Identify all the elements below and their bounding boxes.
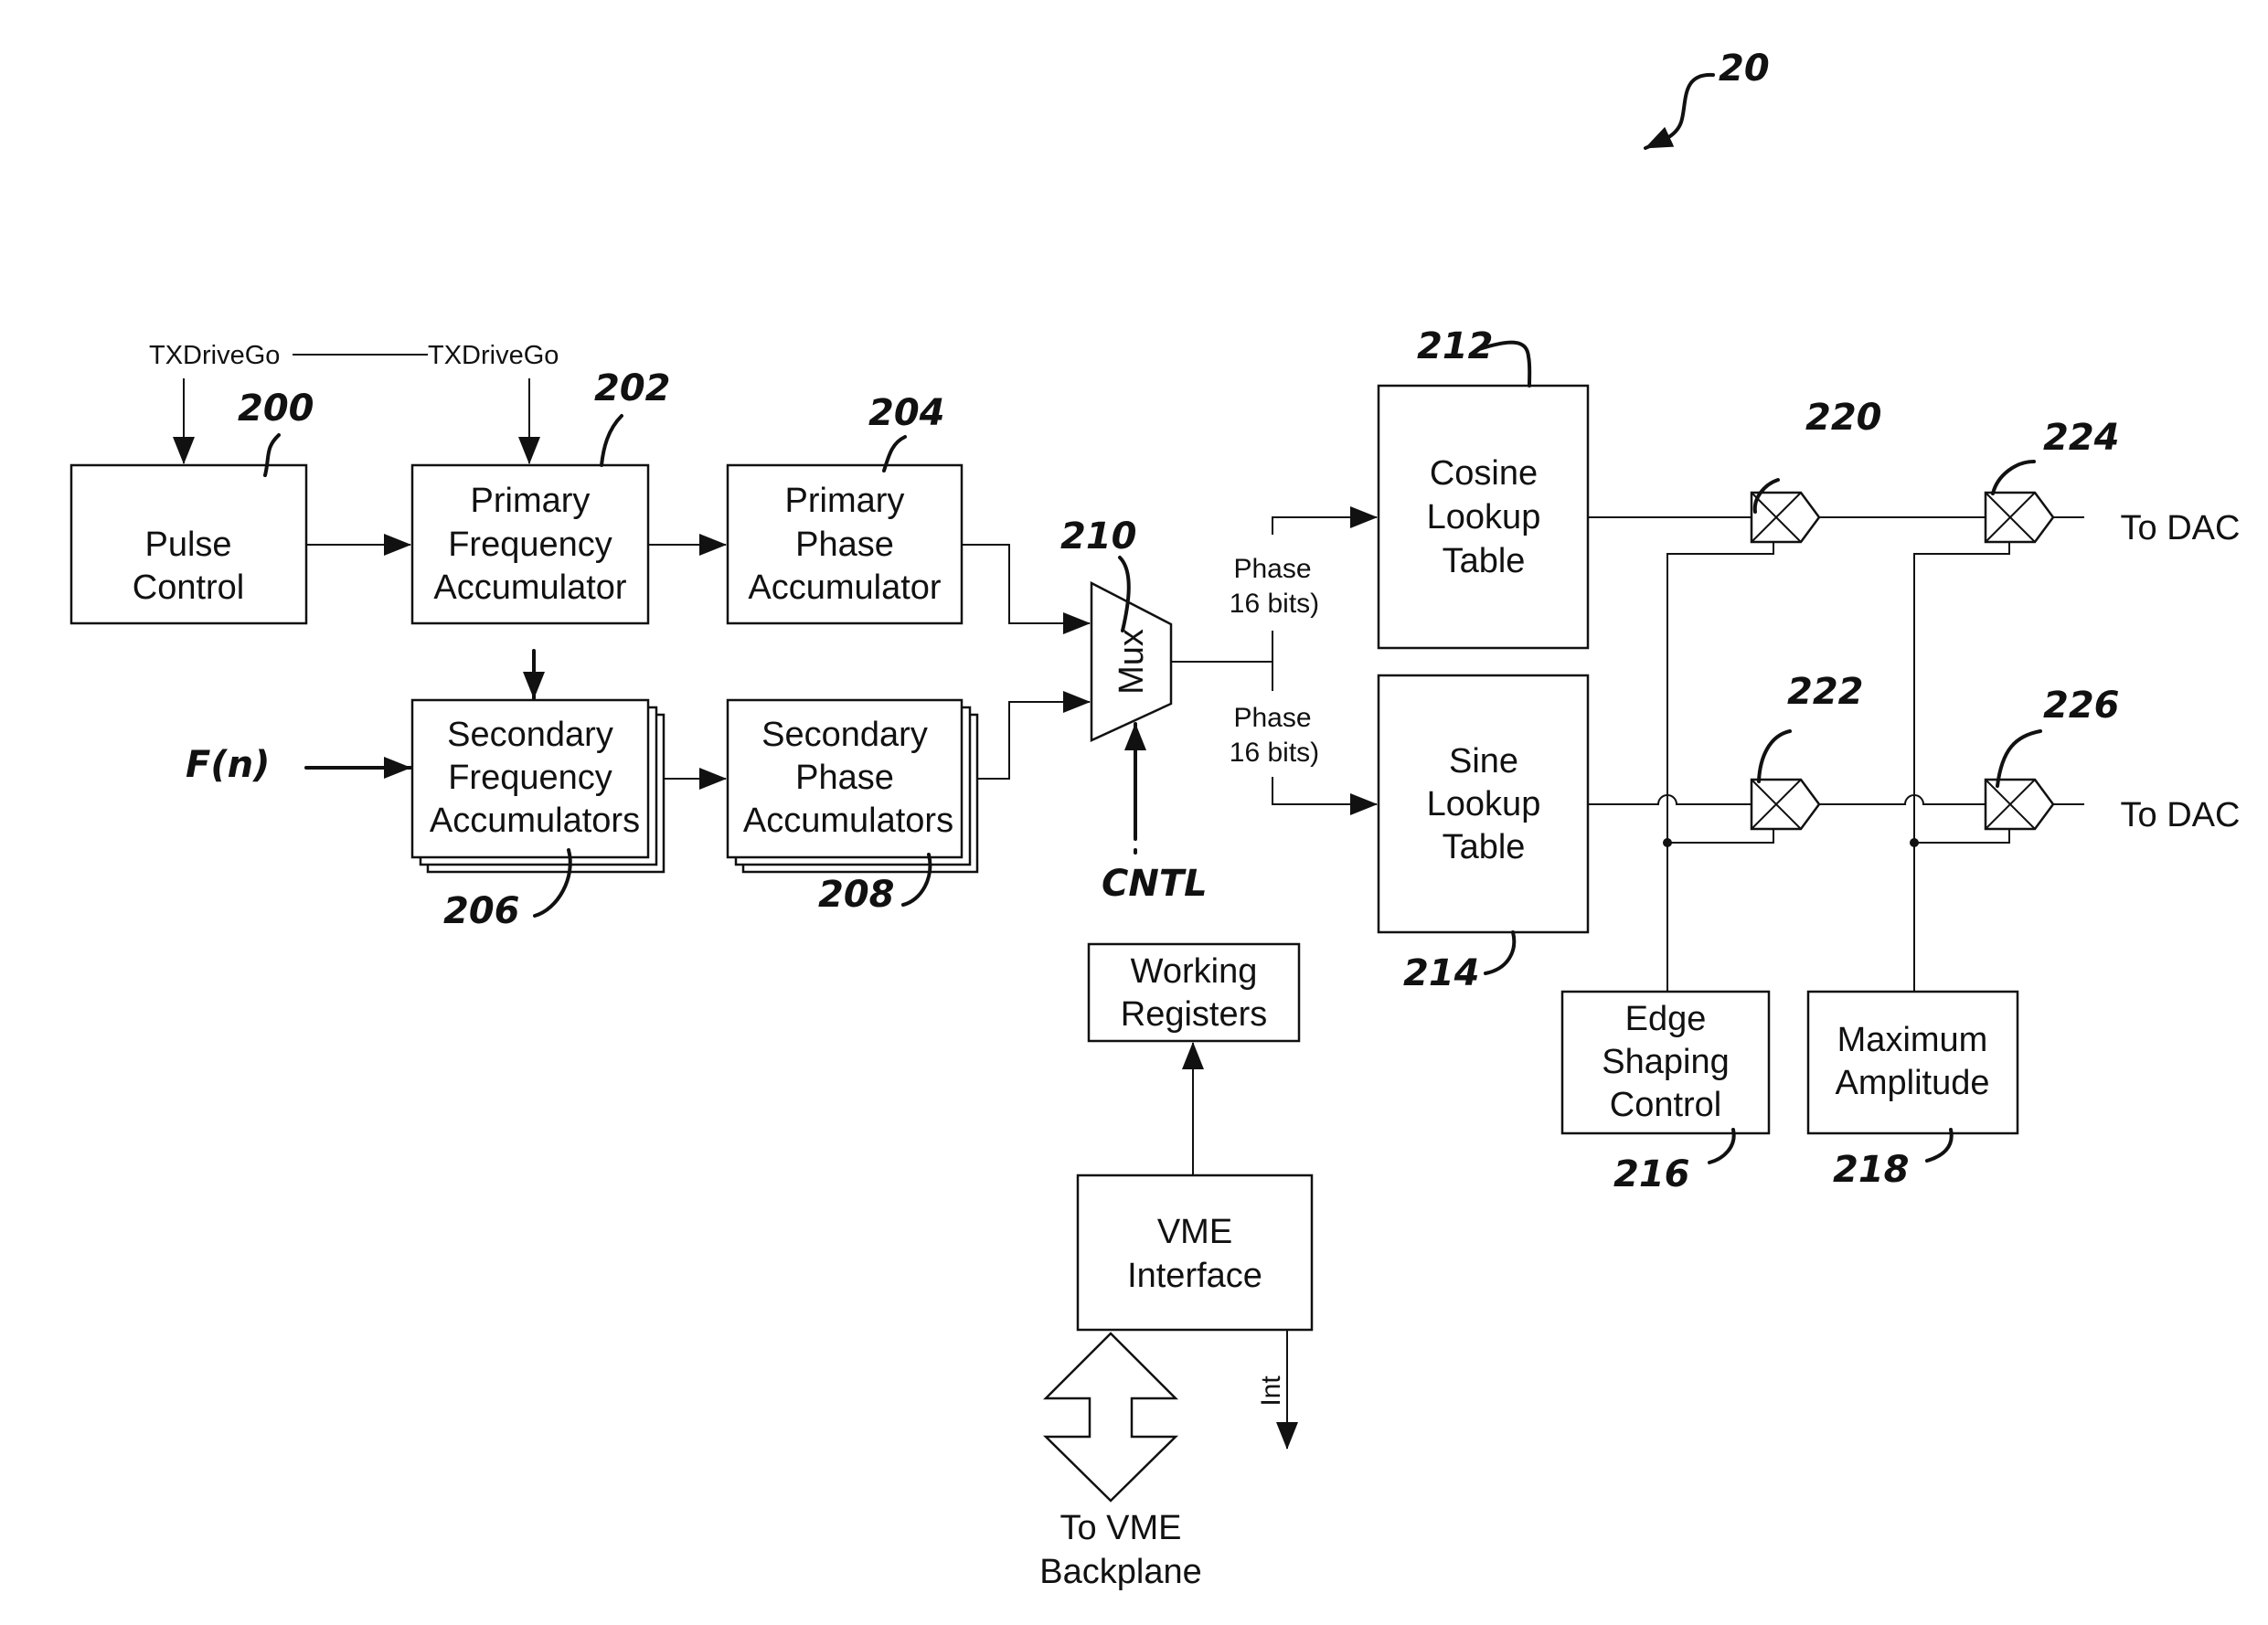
diagram-svg: 20 TXDriveGo TXDriveGo Pulse Control 200… [69, 48, 2241, 1591]
ref-number: 208 [818, 874, 895, 916]
phase-to-cosine-arrow [1272, 506, 1378, 535]
phase-label-bottom: Phase [1233, 703, 1311, 733]
block-label: Cosine [1430, 454, 1538, 493]
int-label: Int [1256, 1375, 1286, 1407]
ref-number: 222 [1787, 671, 1864, 713]
block-label: Edge [1625, 1000, 1707, 1038]
junction-dot [1910, 838, 1919, 847]
ref-number: 210 [1060, 515, 1137, 558]
junction-dot [1663, 838, 1672, 847]
vme-interface-block: VME Interface [1076, 1174, 1314, 1332]
block-label: Control [1610, 1086, 1722, 1124]
block-label: Interface [1127, 1257, 1262, 1295]
block-label: Phase [795, 759, 894, 797]
to-dac-label-top: To DAC [2121, 509, 2241, 547]
phase-bits-label-top: 16 bits) [1230, 589, 1319, 619]
block-label: Accumulators [743, 802, 953, 840]
phase-label-top: Phase [1233, 554, 1311, 584]
edge-shaping-control-block: Edge Shaping Control 216 [1560, 990, 1771, 1195]
block-label: VME [1157, 1213, 1232, 1251]
primary-phase-accumulator-block: Primary Phase Accumulator 204 [726, 392, 964, 625]
phase-to-sine-arrow [1272, 777, 1378, 815]
block-label: Accumulator [748, 568, 942, 607]
block-label: Lookup [1427, 785, 1541, 823]
ref-number: 204 [868, 392, 945, 434]
primary-frequency-accumulator-block: Primary Frequency Accumulator 202 [410, 367, 671, 625]
ref-number: 200 [238, 388, 314, 430]
block-label: Maximum [1837, 1021, 1988, 1059]
maximum-amplitude-block: Maximum Amplitude 218 [1806, 990, 2019, 1191]
block-label: Frequency [448, 526, 612, 564]
to-dac-label-bottom: To DAC [2121, 796, 2241, 834]
multiplier-224: 224 [1984, 417, 2120, 544]
mult222-to-226-line [1815, 794, 1986, 805]
secondary-frequency-accumulators-block: Secondary Frequency Accumulators 206 [410, 698, 665, 932]
cosine-lookup-table-block: Cosine Lookup Table 212 [1377, 325, 1590, 650]
multiplier-222: 222 [1750, 671, 1864, 831]
ref-leader [600, 414, 623, 467]
block-label: Primary [471, 482, 591, 520]
ref-number: 226 [2043, 685, 2120, 727]
block-label: Accumulators [430, 802, 640, 840]
to-vme-label: To VME [1059, 1509, 1181, 1547]
ref-number: 224 [2043, 417, 2120, 459]
max-amplitude-to-226 [1914, 828, 2010, 844]
figure-ref-number: 20 [1719, 48, 1770, 90]
ref-number: 220 [1805, 397, 1882, 439]
block-label: Phase [795, 526, 894, 564]
multiplier-226: 226 [1984, 685, 2120, 831]
ref-number: 216 [1613, 1153, 1690, 1195]
cntl-label: CNTL [1102, 863, 1208, 905]
secondary-phase-accumulators-block: Secondary Phase Accumulators 208 [726, 698, 979, 916]
txdrivego-label-1: TXDriveGo [149, 341, 280, 370]
max-amplitude-bus [1913, 542, 2010, 992]
fn-input-label: F(n) [186, 744, 270, 786]
figure-ref-arrow [1644, 72, 1715, 150]
ref-number: 206 [443, 890, 520, 932]
ref-leader [1708, 1128, 1736, 1164]
block-label: Shaping [1602, 1043, 1729, 1081]
block-label: Accumulator [433, 568, 627, 607]
vme-backplane-bidirectional-arrow [1042, 1332, 1179, 1503]
edge-shaping-bus [1666, 542, 1774, 992]
block-label: Frequency [448, 759, 612, 797]
figure-reference: 20 [1644, 48, 1770, 150]
block-label: Working [1131, 952, 1258, 991]
block-label: Sine [1449, 742, 1518, 781]
block-label: Pulse [144, 526, 231, 564]
block-label: Lookup [1427, 498, 1541, 536]
ref-number: 202 [594, 367, 671, 409]
phase-bits-label-bottom: 16 bits) [1230, 738, 1319, 768]
working-registers-block: Working Registers [1087, 942, 1301, 1043]
pulse-control-block: Pulse Control 200 [69, 388, 314, 625]
sine-lookup-table-block: Sine Lookup Table 214 [1377, 674, 1590, 994]
txdrivego-label-2: TXDriveGo [428, 341, 559, 370]
ref-leader [1996, 729, 2042, 788]
multiplier-220: 220 [1750, 397, 1882, 544]
ref-leader [1484, 930, 1517, 975]
edge-shaping-to-222 [1667, 828, 1774, 844]
block-label: Secondary [447, 716, 613, 754]
block-label: Table [1443, 542, 1526, 580]
dds-block-diagram: 20 TXDriveGo TXDriveGo Pulse Control 200… [0, 0, 2268, 1625]
block-label: Table [1443, 828, 1526, 866]
block-label: Secondary [761, 716, 928, 754]
mux-label: Mux [1113, 629, 1151, 695]
ref-number: 214 [1403, 952, 1480, 994]
sine-out-line [1588, 794, 1752, 805]
secondary-phase-to-mux [977, 691, 1091, 780]
block-label: Control [133, 568, 245, 607]
ref-number: 218 [1833, 1149, 1910, 1191]
mux-block: Mux 210 [1060, 515, 1173, 742]
block-label: Amplitude [1836, 1064, 1990, 1102]
ref-leader [1757, 729, 1792, 783]
backplane-label: Backplane [1039, 1553, 1201, 1591]
ref-leader [1991, 460, 2036, 495]
block-label: Registers [1121, 995, 1268, 1034]
block-label: Primary [785, 482, 905, 520]
